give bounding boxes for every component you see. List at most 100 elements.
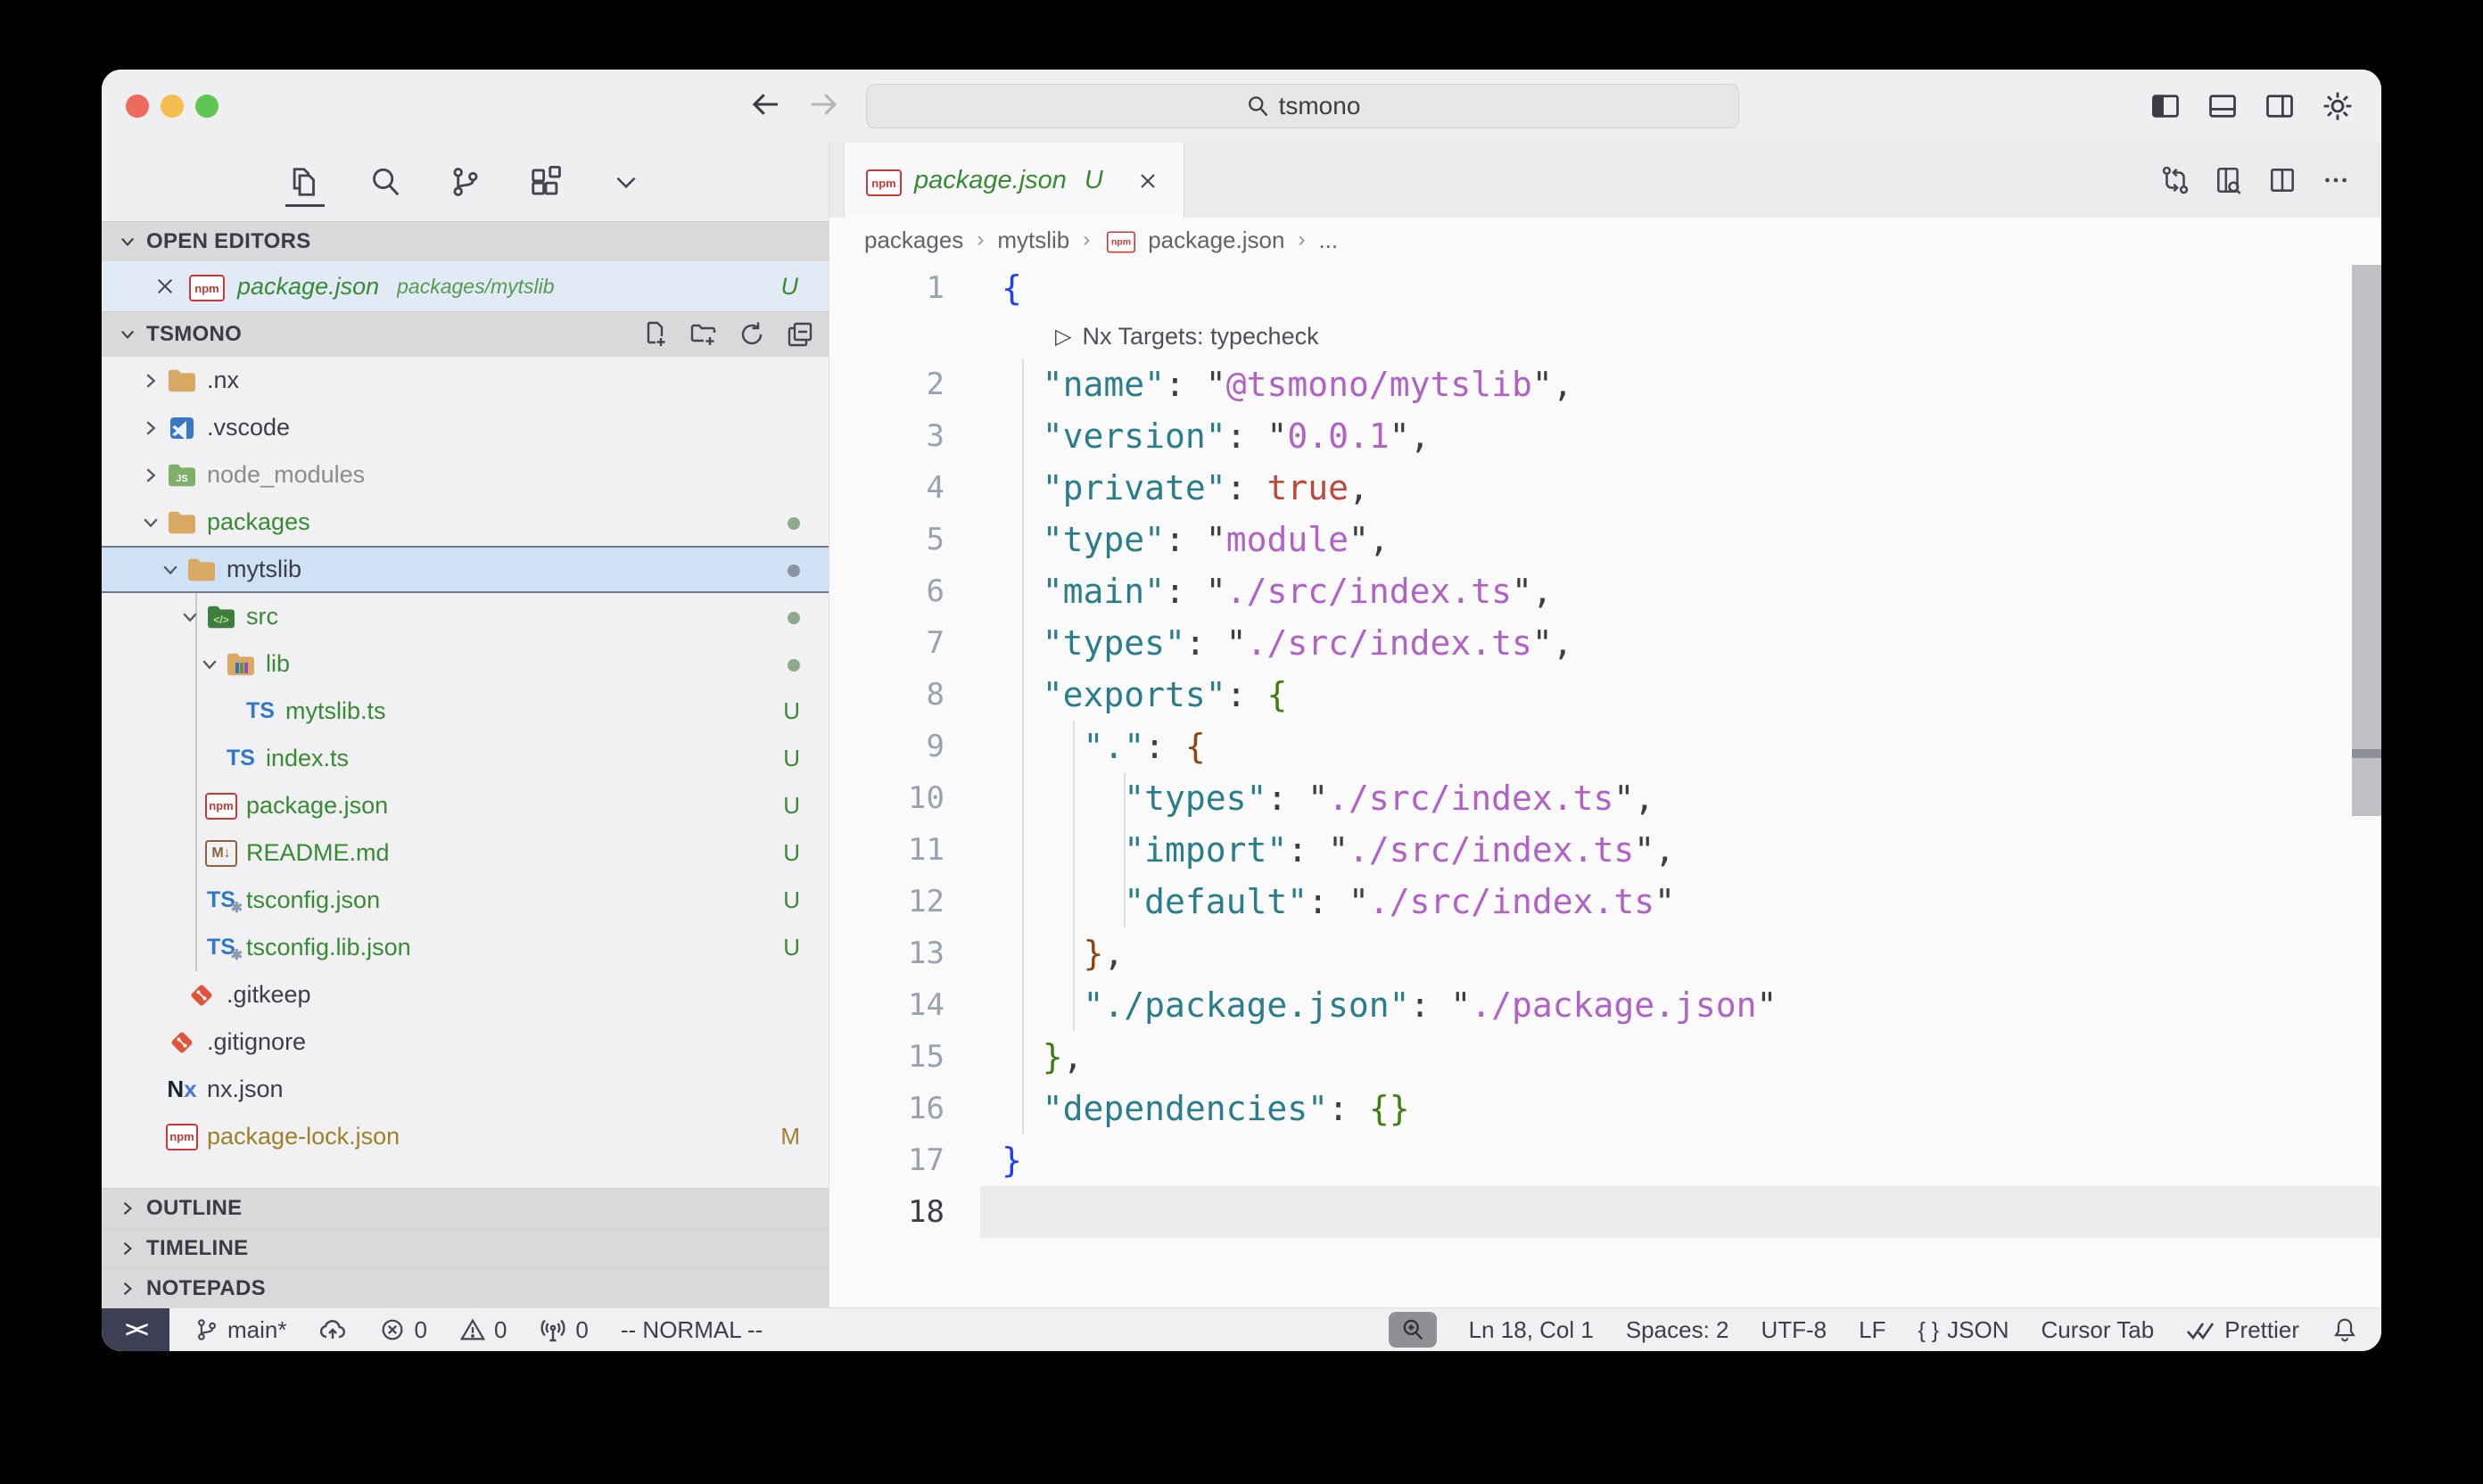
code-line-4[interactable]: 4 "private": true, — [829, 462, 2381, 514]
code-editor[interactable]: 1{▷Nx Targets: typecheck2 "name": "@tsmo… — [829, 262, 2381, 1308]
timeline-section-header[interactable]: TIMELINE — [102, 1228, 829, 1268]
open-preview-icon[interactable] — [2214, 165, 2244, 195]
chevron-down-icon[interactable] — [196, 654, 223, 675]
open-editor-item[interactable]: npm package.json packages/mytslib U — [102, 261, 829, 311]
status--normal-[interactable]: -- NORMAL -- — [621, 1316, 763, 1344]
activity-search-icon[interactable] — [367, 155, 403, 209]
git-status-badge: U — [783, 886, 800, 914]
status-cloud-upload-icon[interactable] — [318, 1315, 347, 1344]
breadcrumb-item-...[interactable]: ... — [1318, 227, 1338, 254]
close-icon[interactable] — [153, 275, 177, 298]
code-line-2[interactable]: 2 "name": "@tsmono/mytslib", — [829, 359, 2381, 410]
status-cursor-tab[interactable]: Cursor Tab — [2042, 1316, 2155, 1344]
code-line-17[interactable]: 17} — [829, 1134, 2381, 1186]
codelens-nx-targets[interactable]: ▷Nx Targets: typecheck — [829, 314, 2381, 359]
code-line-11[interactable]: 11 "import": "./src/index.ts", — [829, 824, 2381, 876]
chevron-right-icon[interactable] — [137, 417, 164, 439]
remote-indicator[interactable]: >< — [102, 1308, 169, 1351]
code-line-13[interactable]: 13 }, — [829, 928, 2381, 979]
tab-package-json[interactable]: npm package.json U — [844, 143, 1184, 218]
breadcrumb-item-packages[interactable]: packages — [864, 227, 963, 254]
explorer-section-header[interactable]: TSMONO — [102, 311, 829, 357]
status-zoom-magnifier-icon[interactable] — [1389, 1312, 1437, 1348]
code-line-3[interactable]: 3 "version": "0.0.1", — [829, 410, 2381, 462]
code-line-1[interactable]: 1{ — [829, 262, 2381, 314]
more-actions-icon[interactable] — [2321, 165, 2351, 195]
split-editor-icon[interactable] — [2267, 165, 2297, 195]
settings-gear-icon[interactable] — [2321, 89, 2355, 123]
toggle-secondary-sidebar-icon[interactable] — [2264, 90, 2296, 122]
breadcrumb-item-mytslib[interactable]: mytslib — [997, 227, 1069, 254]
compare-changes-icon[interactable] — [2160, 165, 2190, 195]
tree-item-lib[interactable]: lib — [102, 640, 829, 688]
status-lf[interactable]: LF — [1859, 1316, 1885, 1344]
chevron-down-icon[interactable] — [177, 606, 203, 628]
toggle-panel-icon[interactable] — [2207, 90, 2239, 122]
code-line-8[interactable]: 8 "exports": { — [829, 669, 2381, 721]
tree-item-mytslib.ts[interactable]: TSmytslib.tsU — [102, 688, 829, 735]
refresh-icon[interactable] — [738, 320, 766, 349]
activity-extensions-icon[interactable] — [528, 155, 564, 209]
code-line-10[interactable]: 10 "types": "./src/index.ts", — [829, 772, 2381, 824]
minimize-window-button[interactable] — [161, 95, 184, 118]
chevron-right-icon[interactable] — [137, 465, 164, 486]
tree-item-.gitignore[interactable]: .gitignore — [102, 1018, 829, 1066]
tree-item-src[interactable]: </>src — [102, 593, 829, 640]
status-braces-icon[interactable]: { }JSON — [1918, 1316, 2009, 1344]
toggle-primary-sidebar-icon[interactable] — [2149, 90, 2182, 122]
tree-item-node_modules[interactable]: JSnode_modules — [102, 451, 829, 499]
chevron-down-icon[interactable] — [137, 512, 164, 533]
tree-item-package.json[interactable]: npmpackage.jsonU — [102, 782, 829, 829]
tree-item-index.ts[interactable]: TSindex.tsU — [102, 735, 829, 782]
chevron-right-icon[interactable] — [137, 370, 164, 392]
code-line-12[interactable]: 12 "default": "./src/index.ts" — [829, 876, 2381, 928]
tree-item-packages[interactable]: packages — [102, 499, 829, 546]
status-spaces-2[interactable]: Spaces: 2 — [1626, 1316, 1729, 1344]
chevron-down-icon[interactable] — [157, 559, 184, 581]
status-broadcast-icon[interactable]: 0 — [539, 1315, 588, 1344]
command-center-search[interactable]: tsmono — [866, 84, 1739, 128]
status-git-branch-icon[interactable]: main* — [194, 1316, 286, 1344]
line-number: 14 — [829, 987, 945, 1023]
breadcrumb-item-package.json[interactable]: npmpackage.json — [1103, 225, 1284, 256]
new-folder-icon[interactable] — [689, 320, 718, 349]
activity-source-control-icon[interactable] — [448, 155, 483, 209]
status-utf-8[interactable]: UTF-8 — [1761, 1316, 1827, 1344]
outline-section-header[interactable]: OUTLINE — [102, 1188, 829, 1228]
node-modules-icon: JS — [166, 459, 198, 491]
tree-item-tsconfig.lib.json[interactable]: TS✱tsconfig.lib.jsonU — [102, 924, 829, 971]
code-line-9[interactable]: 9 ".": { — [829, 721, 2381, 772]
code-line-18[interactable]: 18 — [829, 1186, 2381, 1238]
tree-item-.vscode[interactable]: .vscode — [102, 404, 829, 451]
tree-item-.nx[interactable]: .nx — [102, 357, 829, 404]
tree-item-README.md[interactable]: M↓README.mdU — [102, 829, 829, 877]
status-error-circle-icon[interactable]: 0 — [379, 1316, 426, 1344]
editor-scrollbar[interactable] — [2352, 265, 2381, 816]
status-bell-icon[interactable] — [2331, 1316, 2358, 1343]
collapse-all-icon[interactable] — [786, 320, 814, 349]
back-icon[interactable] — [749, 87, 783, 121]
tree-item-.gitkeep[interactable]: .gitkeep — [102, 971, 829, 1018]
code-line-14[interactable]: 14 "./package.json": "./package.json" — [829, 979, 2381, 1031]
status-ln-18-col-1[interactable]: Ln 18, Col 1 — [1469, 1316, 1594, 1344]
maximize-window-button[interactable] — [195, 95, 219, 118]
status-double-check-icon[interactable]: Prettier — [2186, 1316, 2299, 1344]
status-warning-triangle-icon[interactable]: 0 — [459, 1316, 507, 1344]
close-tab-icon[interactable] — [1135, 169, 1160, 194]
code-line-7[interactable]: 7 "types": "./src/index.ts", — [829, 617, 2381, 669]
tree-item-package-lock.json[interactable]: npmpackage-lock.jsonM — [102, 1113, 829, 1160]
code-line-16[interactable]: 16 "dependencies": {} — [829, 1083, 2381, 1134]
tree-item-nx.json[interactable]: Nxnx.json — [102, 1066, 829, 1113]
code-line-15[interactable]: 15 }, — [829, 1031, 2381, 1083]
close-window-button[interactable] — [126, 95, 149, 118]
open-editors-header[interactable]: OPEN EDITORS — [102, 221, 829, 261]
new-file-icon[interactable] — [641, 320, 670, 349]
activity-chevron-down-icon[interactable] — [608, 155, 644, 209]
activity-files-icon[interactable] — [287, 155, 323, 209]
tree-item-tsconfig.json[interactable]: TS✱tsconfig.jsonU — [102, 877, 829, 924]
notepads-section-header[interactable]: NOTEPADS — [102, 1268, 829, 1308]
forward-icon[interactable] — [806, 87, 840, 121]
code-line-6[interactable]: 6 "main": "./src/index.ts", — [829, 565, 2381, 617]
code-line-5[interactable]: 5 "type": "module", — [829, 514, 2381, 565]
tree-item-mytslib[interactable]: mytslib — [102, 546, 829, 593]
